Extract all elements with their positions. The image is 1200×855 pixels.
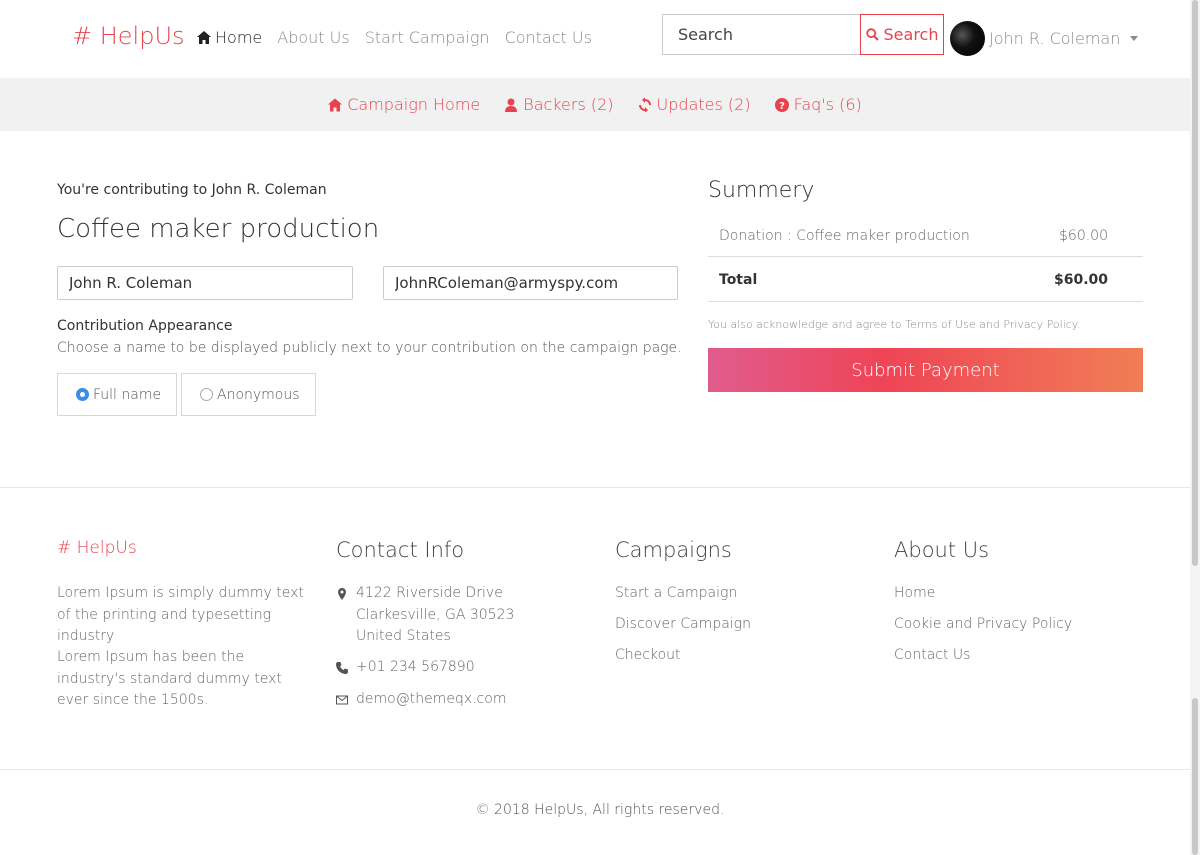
user-icon bbox=[505, 98, 518, 112]
nav-contact[interactable]: Contact Us bbox=[505, 28, 592, 47]
brand-logo[interactable]: # HelpUs bbox=[72, 22, 185, 50]
radio-checked-icon bbox=[76, 388, 89, 401]
map-marker-icon bbox=[338, 588, 346, 600]
nav-home-label: Home bbox=[215, 28, 263, 47]
footer-about-title: About Us bbox=[894, 538, 990, 562]
nav-home[interactable]: Home bbox=[197, 28, 262, 47]
footer-link-cookie-policy[interactable]: Cookie and Privacy Policy bbox=[894, 616, 1072, 632]
appearance-title: Contribution Appearance bbox=[57, 318, 233, 334]
avatar bbox=[950, 21, 985, 56]
summary-item-row: Donation : Coffee maker production $60.0… bbox=[708, 215, 1143, 257]
copyright-text: © 2018 HelpUs, All rights reserved. bbox=[475, 802, 725, 818]
search-input[interactable] bbox=[662, 14, 860, 55]
summary-item-label: Donation : Coffee maker production bbox=[719, 227, 970, 244]
appearance-description: Choose a name to be displayed publicly n… bbox=[57, 340, 682, 356]
main-nav: Home About Us Start Campaign Contact Us bbox=[197, 28, 592, 47]
user-menu[interactable]: John R. Coleman bbox=[950, 21, 1139, 56]
tab-backers-label: Backers (2) bbox=[523, 95, 614, 114]
summary-total-row: Total $60.00 bbox=[708, 258, 1143, 302]
tab-campaign-home-label: Campaign Home bbox=[347, 95, 481, 114]
campaign-title: Coffee maker production bbox=[57, 214, 380, 244]
submit-payment-button[interactable]: Submit Payment bbox=[708, 348, 1143, 392]
footer-text-1: Lorem Ipsum is simply dummy text of the … bbox=[57, 585, 304, 644]
nav-about[interactable]: About Us bbox=[277, 28, 349, 47]
top-navbar: # HelpUs Home About Us Start Campaign Co… bbox=[0, 0, 1190, 78]
contact-email[interactable]: demo@themeqx.com bbox=[356, 689, 506, 711]
name-field[interactable] bbox=[57, 266, 353, 300]
contributing-to-text: You're contributing to John R. Coleman bbox=[57, 182, 327, 198]
chevron-down-icon bbox=[1130, 36, 1139, 41]
envelope-icon bbox=[336, 695, 348, 705]
address-line-3: United States bbox=[356, 628, 451, 644]
nav-start-campaign[interactable]: Start Campaign bbox=[365, 28, 490, 47]
footer-link-discover-campaign[interactable]: Discover Campaign bbox=[615, 616, 751, 632]
footer-link-home[interactable]: Home bbox=[894, 585, 935, 601]
footer-brand[interactable]: # HelpUs bbox=[57, 538, 137, 558]
question-circle-icon: ? bbox=[774, 97, 789, 112]
search-form: Search bbox=[662, 14, 944, 55]
svg-text:?: ? bbox=[779, 101, 785, 112]
radio-anonymous[interactable]: Anonymous bbox=[181, 373, 316, 416]
phone-icon bbox=[336, 662, 348, 674]
home-icon bbox=[328, 98, 343, 111]
terms-acknowledgement: You also acknowledge and agree to Terms … bbox=[708, 318, 1081, 331]
search-button-label: Search bbox=[883, 25, 939, 44]
refresh-icon bbox=[638, 97, 651, 112]
tab-updates-label: Updates (2) bbox=[656, 95, 751, 114]
email-field[interactable] bbox=[383, 266, 678, 300]
summary-total-label: Total bbox=[719, 271, 758, 288]
tab-backers[interactable]: Backers (2) bbox=[504, 95, 614, 114]
footer-contact-title: Contact Info bbox=[336, 538, 465, 562]
tab-faqs-label: Faq's (6) bbox=[793, 95, 862, 114]
footer-divider bbox=[0, 487, 1190, 488]
copyright-divider bbox=[0, 769, 1190, 770]
footer-email: demo@themeqx.com bbox=[336, 689, 506, 711]
scrollbar-thumb-secondary[interactable] bbox=[1192, 698, 1198, 855]
radio-full-name-label: Full name bbox=[93, 386, 162, 403]
footer-text-2: Lorem Ipsum has been the industry's stan… bbox=[57, 649, 282, 708]
footer-phone: +01 234 567890 bbox=[336, 657, 475, 679]
tab-updates[interactable]: Updates (2) bbox=[638, 95, 751, 114]
home-icon bbox=[197, 31, 211, 44]
footer-link-start-campaign[interactable]: Start a Campaign bbox=[615, 585, 737, 601]
tab-faqs[interactable]: ? Faq's (6) bbox=[774, 95, 862, 114]
address-line-2: Clarkesville, GA 30523 bbox=[356, 606, 515, 623]
phone-number: +01 234 567890 bbox=[356, 659, 475, 675]
tab-campaign-home[interactable]: Campaign Home bbox=[328, 95, 480, 114]
user-name: John R. Coleman bbox=[989, 29, 1121, 48]
address-line-1: 4122 Riverside Drive bbox=[356, 585, 503, 601]
summary-item-amount: $60.00 bbox=[1059, 227, 1108, 244]
scrollbar[interactable] bbox=[1190, 0, 1200, 855]
footer-campaigns-title: Campaigns bbox=[615, 538, 732, 562]
radio-anonymous-label: Anonymous bbox=[217, 386, 300, 403]
radio-full-name[interactable]: Full name bbox=[57, 373, 177, 416]
campaign-subnav: Campaign Home Backers (2) Updates (2) ? … bbox=[0, 78, 1190, 131]
footer-link-checkout[interactable]: Checkout bbox=[615, 647, 681, 663]
footer-link-contact[interactable]: Contact Us bbox=[894, 647, 970, 663]
scrollbar-thumb[interactable] bbox=[1192, 0, 1198, 566]
summary-total-amount: $60.00 bbox=[1053, 271, 1108, 288]
summary-title: Summery bbox=[708, 178, 815, 203]
search-button[interactable]: Search bbox=[860, 14, 944, 55]
footer-address: 4122 Riverside Drive Clarkesville, GA 30… bbox=[336, 583, 514, 648]
search-icon bbox=[865, 28, 879, 41]
radio-unchecked-icon bbox=[200, 388, 213, 401]
